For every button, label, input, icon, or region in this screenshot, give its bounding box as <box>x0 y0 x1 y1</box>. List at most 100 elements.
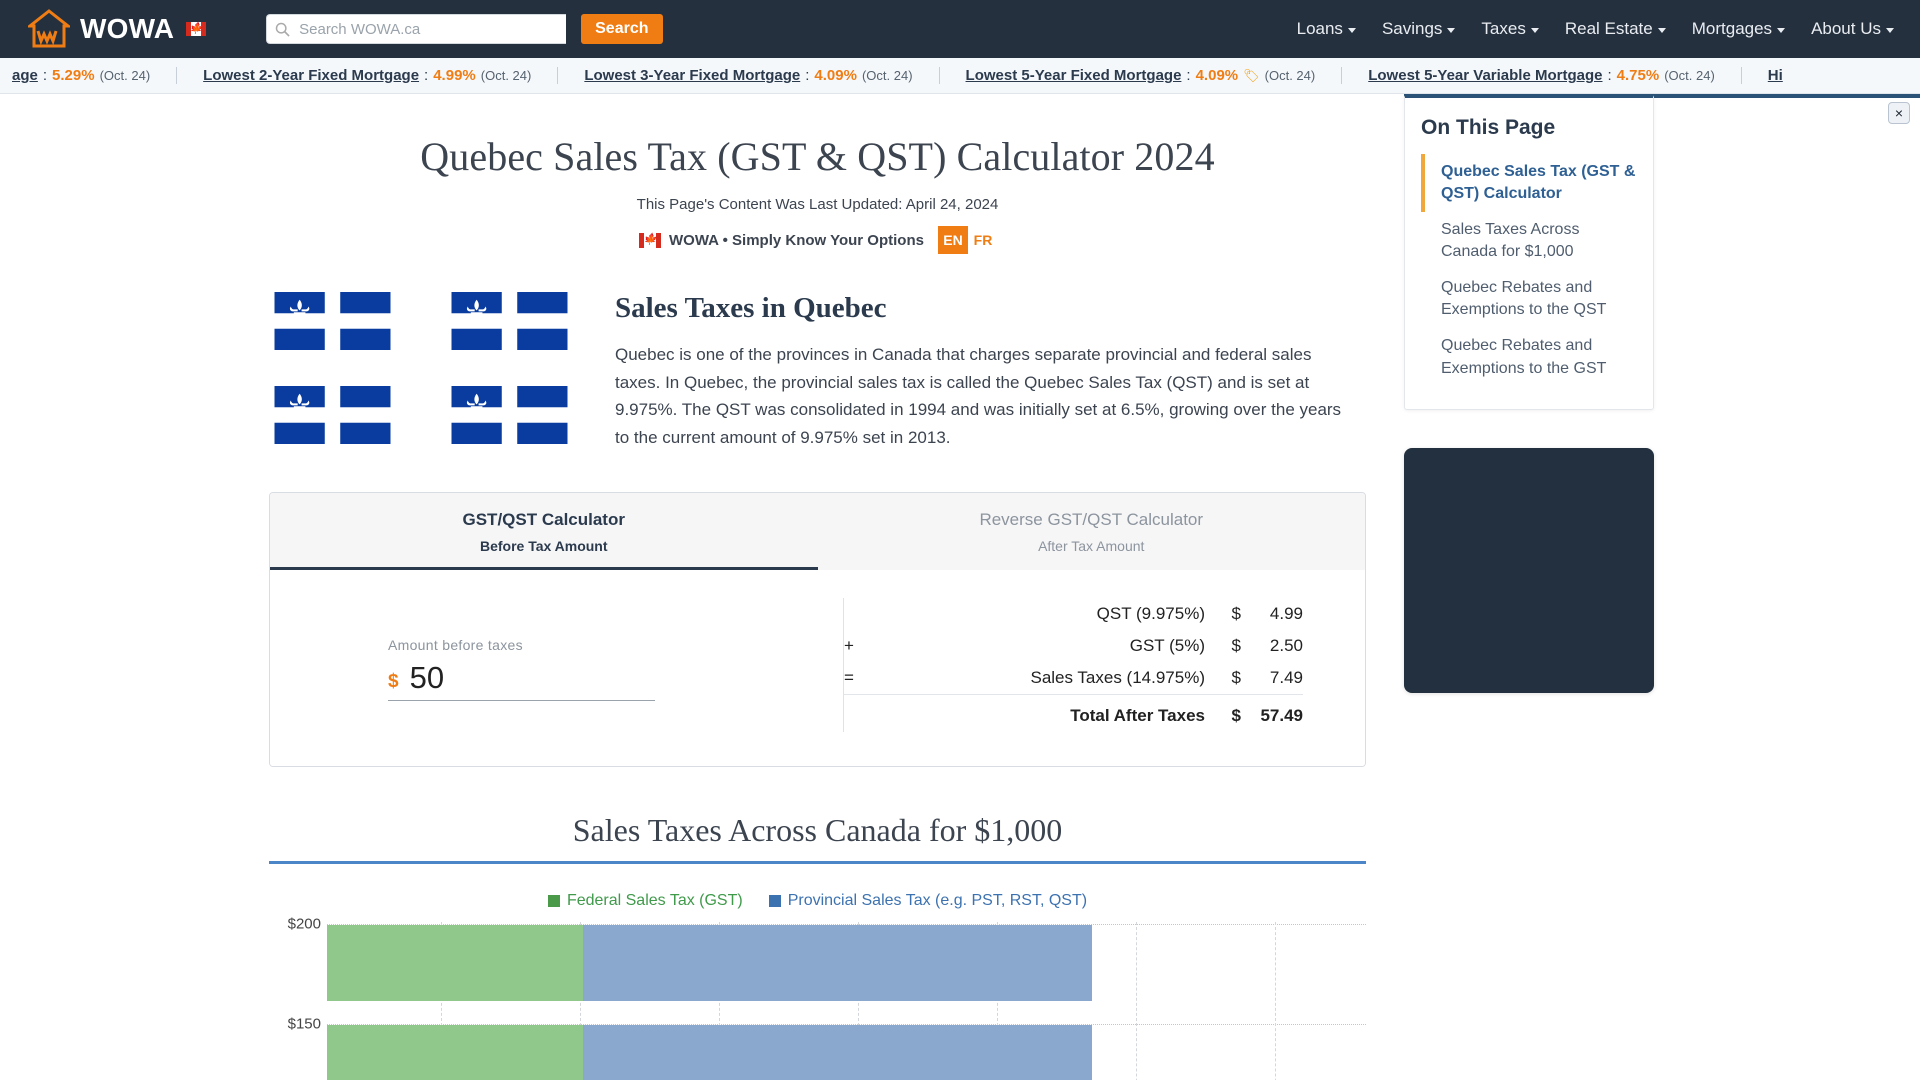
ticker-value: 4.09% <box>1195 67 1239 84</box>
ticker-item[interactable]: age: 5.29% (Oct. 24) <box>0 67 176 84</box>
nav-item-savings[interactable]: Savings <box>1381 19 1456 39</box>
chart-section: Sales Taxes Across Canada for $1,000 Fed… <box>269 812 1366 1080</box>
currency-symbol: $ <box>388 671 399 693</box>
tab-subtitle: Before Tax Amount <box>479 538 608 555</box>
ticker-label: Lowest 5-Year Variable Mortgage <box>1368 67 1603 84</box>
search-input[interactable] <box>297 19 559 39</box>
result-operator: + <box>844 636 854 656</box>
tab-title: Reverse GST/QST Calculator <box>979 510 1204 530</box>
close-icon[interactable]: × <box>1888 102 1910 124</box>
ticker-label: Lowest 5-Year Fixed Mortgage <box>965 67 1182 84</box>
nav-item-taxes[interactable]: Taxes <box>1481 19 1539 39</box>
amount-input[interactable] <box>407 659 655 698</box>
ticker-value: 4.99% <box>433 67 476 84</box>
tag-icon: 🏷 <box>1243 68 1260 83</box>
nav-item-mortgages[interactable]: Mortgages <box>1691 19 1786 39</box>
ticker-date: (Oct. 24) <box>480 68 532 83</box>
result-row-sales-taxes: = Sales Taxes (14.975%) $ 7.49 <box>844 662 1303 695</box>
lang-button-fr[interactable]: FR <box>967 226 998 254</box>
ticker-item-truncated[interactable]: Hi <box>1740 67 1809 84</box>
chart-plot-area: $200 $150 $100 <box>269 916 1366 1080</box>
result-row-total: Total After Taxes $ 57.49 <box>844 694 1303 733</box>
toc-item-qst-rebates[interactable]: Quebec Rebates and Exemptions to the QST <box>1421 270 1637 328</box>
ticker-item[interactable]: Lowest 5-Year Variable Mortgage: 4.75% (… <box>1341 67 1741 84</box>
chart-bar-row[interactable] <box>327 925 1358 1002</box>
calculator-tabs: GST/QST Calculator Before Tax Amount Rev… <box>270 493 1366 571</box>
ticker-date: (Oct. 24) <box>99 68 151 83</box>
brand-name: WOWA <box>80 13 175 44</box>
calculator-input-panel: Amount before taxes $ <box>270 598 843 732</box>
legend-item-federal-gst[interactable]: Federal Sales Tax (GST) <box>547 892 743 910</box>
quebec-flag-icon <box>274 292 391 350</box>
search-icon <box>275 22 290 37</box>
legend-swatch-green <box>547 895 560 908</box>
nav-label: Mortgages <box>1691 19 1773 38</box>
result-amount: 4.99 <box>1269 604 1303 624</box>
page-title: Quebec Sales Tax (GST & QST) Calculator … <box>420 134 1215 179</box>
total-currency: $ <box>1205 694 1241 733</box>
chevron-down-icon <box>1530 28 1539 33</box>
brand-logo-link[interactable]: WOWA 🍁 <box>28 9 207 49</box>
result-amount: 2.50 <box>1269 636 1303 656</box>
chart-divider <box>269 861 1366 865</box>
canada-flag-icon: 🍁 <box>186 22 207 36</box>
quebec-flag-icon <box>451 292 568 350</box>
quebec-flag-grid <box>269 292 599 451</box>
toc-item-quebec-sales-tax-calculator[interactable]: Quebec Sales Tax (GST & QST) Calculator <box>1421 154 1637 213</box>
ticker-value: 4.75% <box>1616 67 1660 84</box>
chart-bar-row[interactable] <box>327 1025 1358 1080</box>
bar-segment-pst[interactable] <box>583 1025 1092 1080</box>
calculator-body: Amount before taxes $ QST (9.975%) $ <box>270 570 1365 767</box>
bar-segment-gst[interactable] <box>327 1025 583 1080</box>
nav-item-about-us[interactable]: About Us <box>1811 19 1894 39</box>
search-box[interactable] <box>266 14 567 44</box>
intro-section: Sales Taxes in Quebec Quebec is one of t… <box>269 292 1366 451</box>
bar-segment-gst[interactable] <box>327 925 583 1002</box>
intro-text: Sales Taxes in Quebec Quebec is one of t… <box>599 292 1366 451</box>
nav-item-loans[interactable]: Loans <box>1297 19 1356 39</box>
quebec-flag-icon <box>451 386 568 444</box>
result-label: GST (5%) <box>1129 636 1205 656</box>
toc-item-sales-taxes-across-canada[interactable]: Sales Taxes Across Canada for $1,000 <box>1421 212 1637 270</box>
nav-label: About Us <box>1811 19 1881 38</box>
nav-label: Taxes <box>1481 19 1526 38</box>
chevron-down-icon <box>1447 28 1456 33</box>
results-table: QST (9.975%) $ 4.99 + GST (5%) $ 2.50 = … <box>844 598 1303 733</box>
brand-tagline-row: 🍁 WOWA • Simply Know Your Options EN FR <box>269 226 1366 254</box>
sidebar: On This Page Quebec Sales Tax (GST & QST… <box>1404 94 1654 693</box>
ticker-inner: age: 5.29% (Oct. 24) Lowest 2-Year Fixed… <box>0 67 1809 84</box>
nav-item-real-estate[interactable]: Real Estate <box>1565 19 1666 39</box>
bar-segment-pst[interactable] <box>583 925 1092 1002</box>
ticker-item[interactable]: Lowest 5-Year Fixed Mortgage: 4.09% 🏷 (O… <box>938 67 1342 84</box>
search-button[interactable]: Search <box>581 14 663 44</box>
amount-field-row[interactable]: $ <box>388 659 655 702</box>
ticker-item[interactable]: Lowest 3-Year Fixed Mortgage: 4.09% (Oct… <box>557 67 938 84</box>
tab-gst-qst-calculator[interactable]: GST/QST Calculator Before Tax Amount <box>270 493 818 571</box>
ticker-date: (Oct. 24) <box>1264 68 1316 83</box>
page-body: × Quebec Sales Tax (GST & QST) Calculato… <box>0 94 1920 1080</box>
amount-field-label: Amount before taxes <box>388 637 523 654</box>
tab-subtitle: After Tax Amount <box>1038 538 1145 555</box>
total-label: Total After Taxes <box>870 694 1205 733</box>
nav-label: Savings <box>1381 19 1443 38</box>
y-axis-tick: $200 <box>287 915 321 933</box>
tab-reverse-gst-qst-calculator[interactable]: Reverse GST/QST Calculator After Tax Amo… <box>818 493 1366 570</box>
ticker-label: Lowest 3-Year Fixed Mortgage <box>584 67 801 84</box>
chevron-down-icon <box>1347 28 1356 33</box>
content-column: Quebec Sales Tax (GST & QST) Calculator … <box>269 94 1366 1080</box>
ticker-date: (Oct. 24) <box>1664 68 1715 83</box>
lang-button-en[interactable]: EN <box>937 226 968 254</box>
toc-item-gst-rebates[interactable]: Quebec Rebates and Exemptions to the GST <box>1421 328 1637 386</box>
site-header: WOWA 🍁 Search Loans Savings Taxes Re <box>0 0 1920 58</box>
canada-flag-icon: 🍁 <box>639 232 661 248</box>
result-row-gst: + GST (5%) $ 2.50 <box>844 630 1303 662</box>
search-area: Search <box>266 14 663 44</box>
result-row-qst: QST (9.975%) $ 4.99 <box>844 598 1303 630</box>
ticker-value: 5.29% <box>52 67 95 84</box>
chevron-down-icon <box>1777 28 1786 33</box>
tab-title: GST/QST Calculator <box>462 510 625 530</box>
advertisement-slot[interactable] <box>1404 447 1654 693</box>
ticker-item[interactable]: Lowest 2-Year Fixed Mortgage: 4.99% (Oct… <box>176 67 557 84</box>
legend-item-provincial-pst[interactable]: Provincial Sales Tax (e.g. PST, RST, QST… <box>768 892 1087 910</box>
calculator-results-panel: QST (9.975%) $ 4.99 + GST (5%) $ 2.50 = … <box>843 598 1365 733</box>
